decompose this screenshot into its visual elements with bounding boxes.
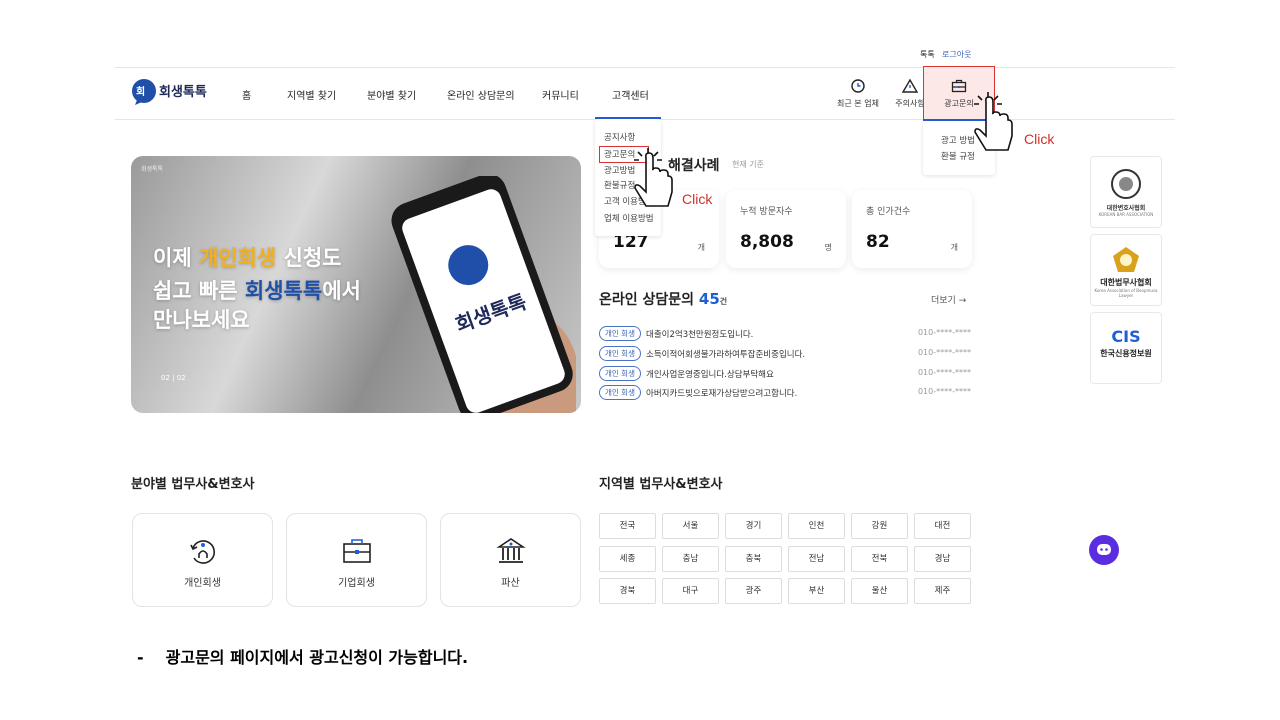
cis-logo: CIS: [1111, 327, 1141, 346]
region-button[interactable]: 제주: [914, 578, 971, 604]
banner-brand: 회생톡톡: [141, 166, 164, 173]
region-button[interactable]: 충북: [725, 545, 782, 572]
toktok-link[interactable]: 톡톡: [920, 49, 935, 60]
nav-region[interactable]: 지역별 찾기: [287, 87, 336, 102]
hero-banner[interactable]: 회생톡톡 이제 개인회생 신청도 쉽고 빠른 회생톡톡에서 만나보세요 02 |…: [131, 156, 581, 413]
click-annotation: Click: [682, 191, 713, 207]
partner-cis[interactable]: CIS 한국신용정보원: [1090, 312, 1162, 384]
region-button[interactable]: 대구: [662, 578, 719, 604]
warning-icon: [902, 78, 918, 93]
stat-card-approvals: 총 인가건수 82 개: [852, 190, 972, 268]
region-button[interactable]: 부산: [788, 578, 845, 604]
region-button[interactable]: 전국: [599, 513, 656, 539]
consult-item[interactable]: 개인 회생 대출이2억3천만원정도입니다. 010-****-****: [599, 326, 971, 342]
nav-home[interactable]: 홈: [242, 87, 251, 102]
nav-customer-center[interactable]: 고객센터: [612, 87, 649, 102]
consult-item[interactable]: 개인 회생 소득이적어회생불가라하여투잡준비중입니다. 010-****-****: [599, 346, 971, 362]
site-logo[interactable]: 회 회생톡톡: [131, 78, 211, 108]
beopmusa-emblem-icon: [1113, 247, 1139, 272]
stats-subtitle: 현재 기준: [732, 160, 764, 169]
region-button[interactable]: 경남: [914, 545, 971, 572]
menu-notice[interactable]: 공지사항: [604, 131, 635, 143]
logo-text: 회생톡톡: [159, 85, 207, 100]
consult-more-link[interactable]: 더보기 →: [931, 293, 966, 306]
banner-line2: 쉽고 빠른 회생톡톡에서: [153, 279, 361, 303]
chat-icon: [1097, 544, 1111, 555]
consult-item[interactable]: 개인 회생 아버지카드빚으로재가상담받으려고합니다. 010-****-****: [599, 385, 971, 401]
phone-image: 회생톡톡: [391, 176, 576, 413]
clock-history-icon: [851, 79, 865, 93]
fields-title: 분야별 법무사&변호사: [131, 477, 255, 492]
divider: [115, 67, 1175, 68]
logout-link[interactable]: 로그아웃: [942, 49, 971, 60]
partner-korean-bar[interactable]: 대한변호사협회 KOREAN BAR ASSOCIATION: [1090, 156, 1162, 228]
hand-cursor-icon: [974, 92, 1013, 151]
svg-text:회: 회: [136, 85, 145, 98]
briefcase-icon: [951, 79, 967, 93]
nav-community[interactable]: 커뮤니티: [542, 87, 579, 102]
regions-title: 지역별 법무사&변호사: [599, 477, 723, 492]
region-button[interactable]: 충남: [662, 545, 719, 572]
region-button[interactable]: 울산: [851, 578, 908, 604]
stat-card-visitors: 누적 방문자수 8,808 명: [726, 190, 846, 268]
region-button[interactable]: 서울: [662, 513, 719, 539]
hand-cursor-icon: [634, 148, 673, 207]
nav-field[interactable]: 분야별 찾기: [367, 87, 416, 102]
util-label: 최근 본 업체: [837, 99, 879, 108]
util-label: 주의사항: [895, 99, 925, 108]
field-card-corporate[interactable]: 기업회생: [286, 513, 427, 607]
region-button[interactable]: 경기: [725, 513, 782, 539]
chat-button[interactable]: [1089, 535, 1119, 565]
region-button[interactable]: 전북: [851, 545, 908, 572]
partner-beopmusa[interactable]: 대한법무사협회 Korea Association of Beopmusa Law…: [1090, 234, 1162, 306]
caption: - 광고문의 페이지에서 광고신청이 가능합니다.: [137, 648, 469, 667]
bar-association-emblem-icon: [1111, 169, 1141, 199]
banner-line3: 만나보세요: [153, 308, 250, 332]
consult-item[interactable]: 개인 회생 개인사업운영중입니다.상담부탁해요 010-****-****: [599, 366, 971, 382]
region-button[interactable]: 강원: [851, 513, 908, 539]
courthouse-icon: [495, 538, 526, 563]
consult-title: 온라인 상담문의 45건: [599, 290, 728, 308]
recent-viewed-button[interactable]: 최근 본 업체: [828, 78, 888, 109]
field-card-bankruptcy[interactable]: 파산: [440, 513, 581, 607]
person-cycle-icon: [189, 540, 215, 564]
field-card-personal[interactable]: 개인회생: [132, 513, 273, 607]
region-button[interactable]: 대전: [914, 513, 971, 539]
logo-mark-icon: 회: [132, 79, 156, 105]
region-button[interactable]: 경북: [599, 578, 656, 604]
region-button[interactable]: 전남: [788, 545, 845, 572]
banner-line1: 이제 개인회생 신청도: [153, 246, 342, 270]
click-annotation: Click: [1024, 131, 1055, 147]
region-button[interactable]: 세종: [599, 545, 656, 572]
menu-vendor-guide[interactable]: 업체 이용방법: [604, 212, 654, 224]
banner-pager[interactable]: 02 | 02: [161, 374, 186, 382]
region-button[interactable]: 광주: [725, 578, 782, 604]
region-button[interactable]: 인천: [788, 513, 845, 539]
nav-consult[interactable]: 온라인 상담문의: [447, 87, 515, 102]
briefcase-icon: [342, 539, 371, 563]
